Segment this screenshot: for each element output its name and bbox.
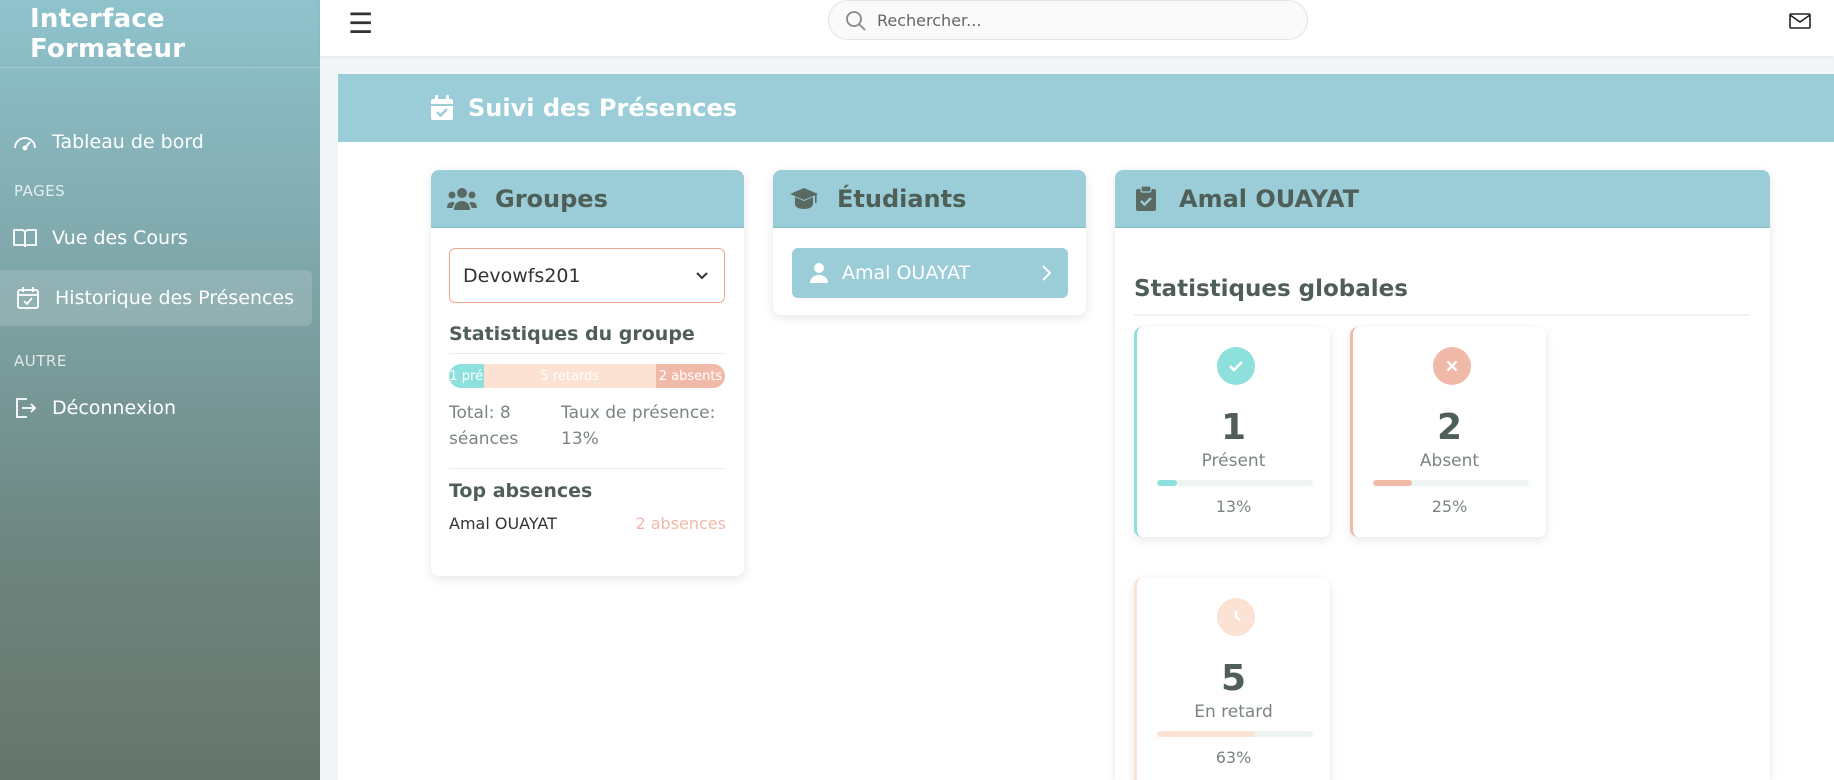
sidebar-item-label: Tableau de bord [52,131,204,153]
group-attendance-rate: Taux de présence: 13% [561,403,716,449]
sidebar-item-label: Vue des Cours [52,227,188,249]
stat-card-present: 1 Présent 13% [1134,327,1330,537]
group-total-sessions: Total: 8 séances [449,403,519,449]
clock-icon [1217,598,1255,636]
search-input[interactable] [877,10,1277,30]
x-circle-icon [1433,347,1471,385]
stat-progress [1157,480,1313,486]
mail-icon[interactable] [1788,10,1812,32]
sidebar-item-label: Déconnexion [52,397,177,419]
stat-value: 5 [1220,658,1247,699]
stat-percent: 13% [1215,497,1252,516]
stat-progress [1157,731,1313,737]
students-card-title: Étudiants [837,184,967,213]
stat-card-late: 5 En retard 63% [1134,578,1330,780]
groups-card-header: Groupes [431,170,744,228]
user-icon [810,263,828,283]
stat-percent: 63% [1215,748,1252,767]
users-icon [447,187,477,210]
sidebar-item-attendance-history[interactable]: Historique des Présences [0,270,312,326]
graduation-cap-icon [790,187,818,209]
stat-label: Absent [1419,451,1480,471]
chevron-right-icon [1042,265,1052,281]
app-title: Interface Formateur [0,0,320,68]
sidebar-item-courses[interactable]: Vue des Cours [0,210,320,266]
group-select-value: Devowfs201 [463,264,581,287]
stat-progress-fill [1373,480,1412,486]
student-list-item[interactable]: Amal OUAYAT [792,248,1068,298]
bar-segment-present: 1 pré [449,364,484,388]
student-detail-card: Amal OUAYAT Statistiques globales 1 Prés… [1115,170,1770,780]
clipboard-check-icon [1136,185,1156,211]
logout-icon [16,398,37,418]
group-stats-title: Statistiques du groupe [449,323,695,345]
speedometer-icon [14,137,36,151]
section-label-other: AUTRE [14,352,67,370]
global-stats-title: Statistiques globales [1134,276,1408,302]
stat-percent: 25% [1431,497,1468,516]
students-card-header: Étudiants [773,170,1086,228]
stat-label: En retard [1194,702,1273,722]
group-select[interactable]: Devowfs201 [449,248,725,303]
stat-value: 2 [1436,407,1463,448]
divider [1134,314,1750,316]
stat-progress [1373,480,1529,486]
groups-card-title: Groupes [495,184,608,213]
sidebar-item-dashboard[interactable]: Tableau de bord [0,114,320,170]
check-icon [1217,347,1255,385]
sidebar: Interface Formateur Tableau de bord PAGE… [0,0,320,780]
stat-progress-fill [1157,480,1178,486]
calendar-check-icon [431,95,453,120]
search-icon [846,11,866,31]
divider [449,468,725,469]
chevron-down-icon [696,272,708,280]
sidebar-item-label: Historique des Présences [55,287,295,309]
top-absence-count: 2 absences [635,514,726,533]
section-label-pages: PAGES [14,182,66,200]
stat-label: Présent [1201,451,1266,471]
student-name: Amal OUAYAT [842,262,971,284]
search-box [828,0,1308,40]
student-detail-header: Amal OUAYAT [1115,170,1770,228]
calendar-check-icon [17,287,39,309]
page-title: Suivi des Présences [468,94,738,122]
group-attendance-bar: 1 pré 5 retards 2 absents [449,364,725,388]
book-icon [13,229,37,248]
stat-progress-fill [1157,731,1256,737]
bar-segment-late: 5 retards [483,364,656,388]
divider [449,353,725,354]
top-bar: ☰ [320,0,1834,56]
top-absence-name: Amal OUAYAT [449,514,557,533]
groups-card: Groupes Devowfs201 Statistiques du group… [431,170,744,576]
sidebar-item-logout[interactable]: Déconnexion [0,380,320,436]
stat-value: 1 [1220,407,1247,448]
student-detail-title: Amal OUAYAT [1179,184,1359,213]
top-absences-title: Top absences [449,480,593,502]
menu-toggle-icon[interactable]: ☰ [348,7,373,40]
page-header-banner: Suivi des Présences [338,74,1834,142]
stat-card-absent: 2 Absent 25% [1350,327,1546,537]
students-card: Étudiants Amal OUAYAT [773,170,1086,315]
bar-segment-absent: 2 absents [656,364,725,388]
